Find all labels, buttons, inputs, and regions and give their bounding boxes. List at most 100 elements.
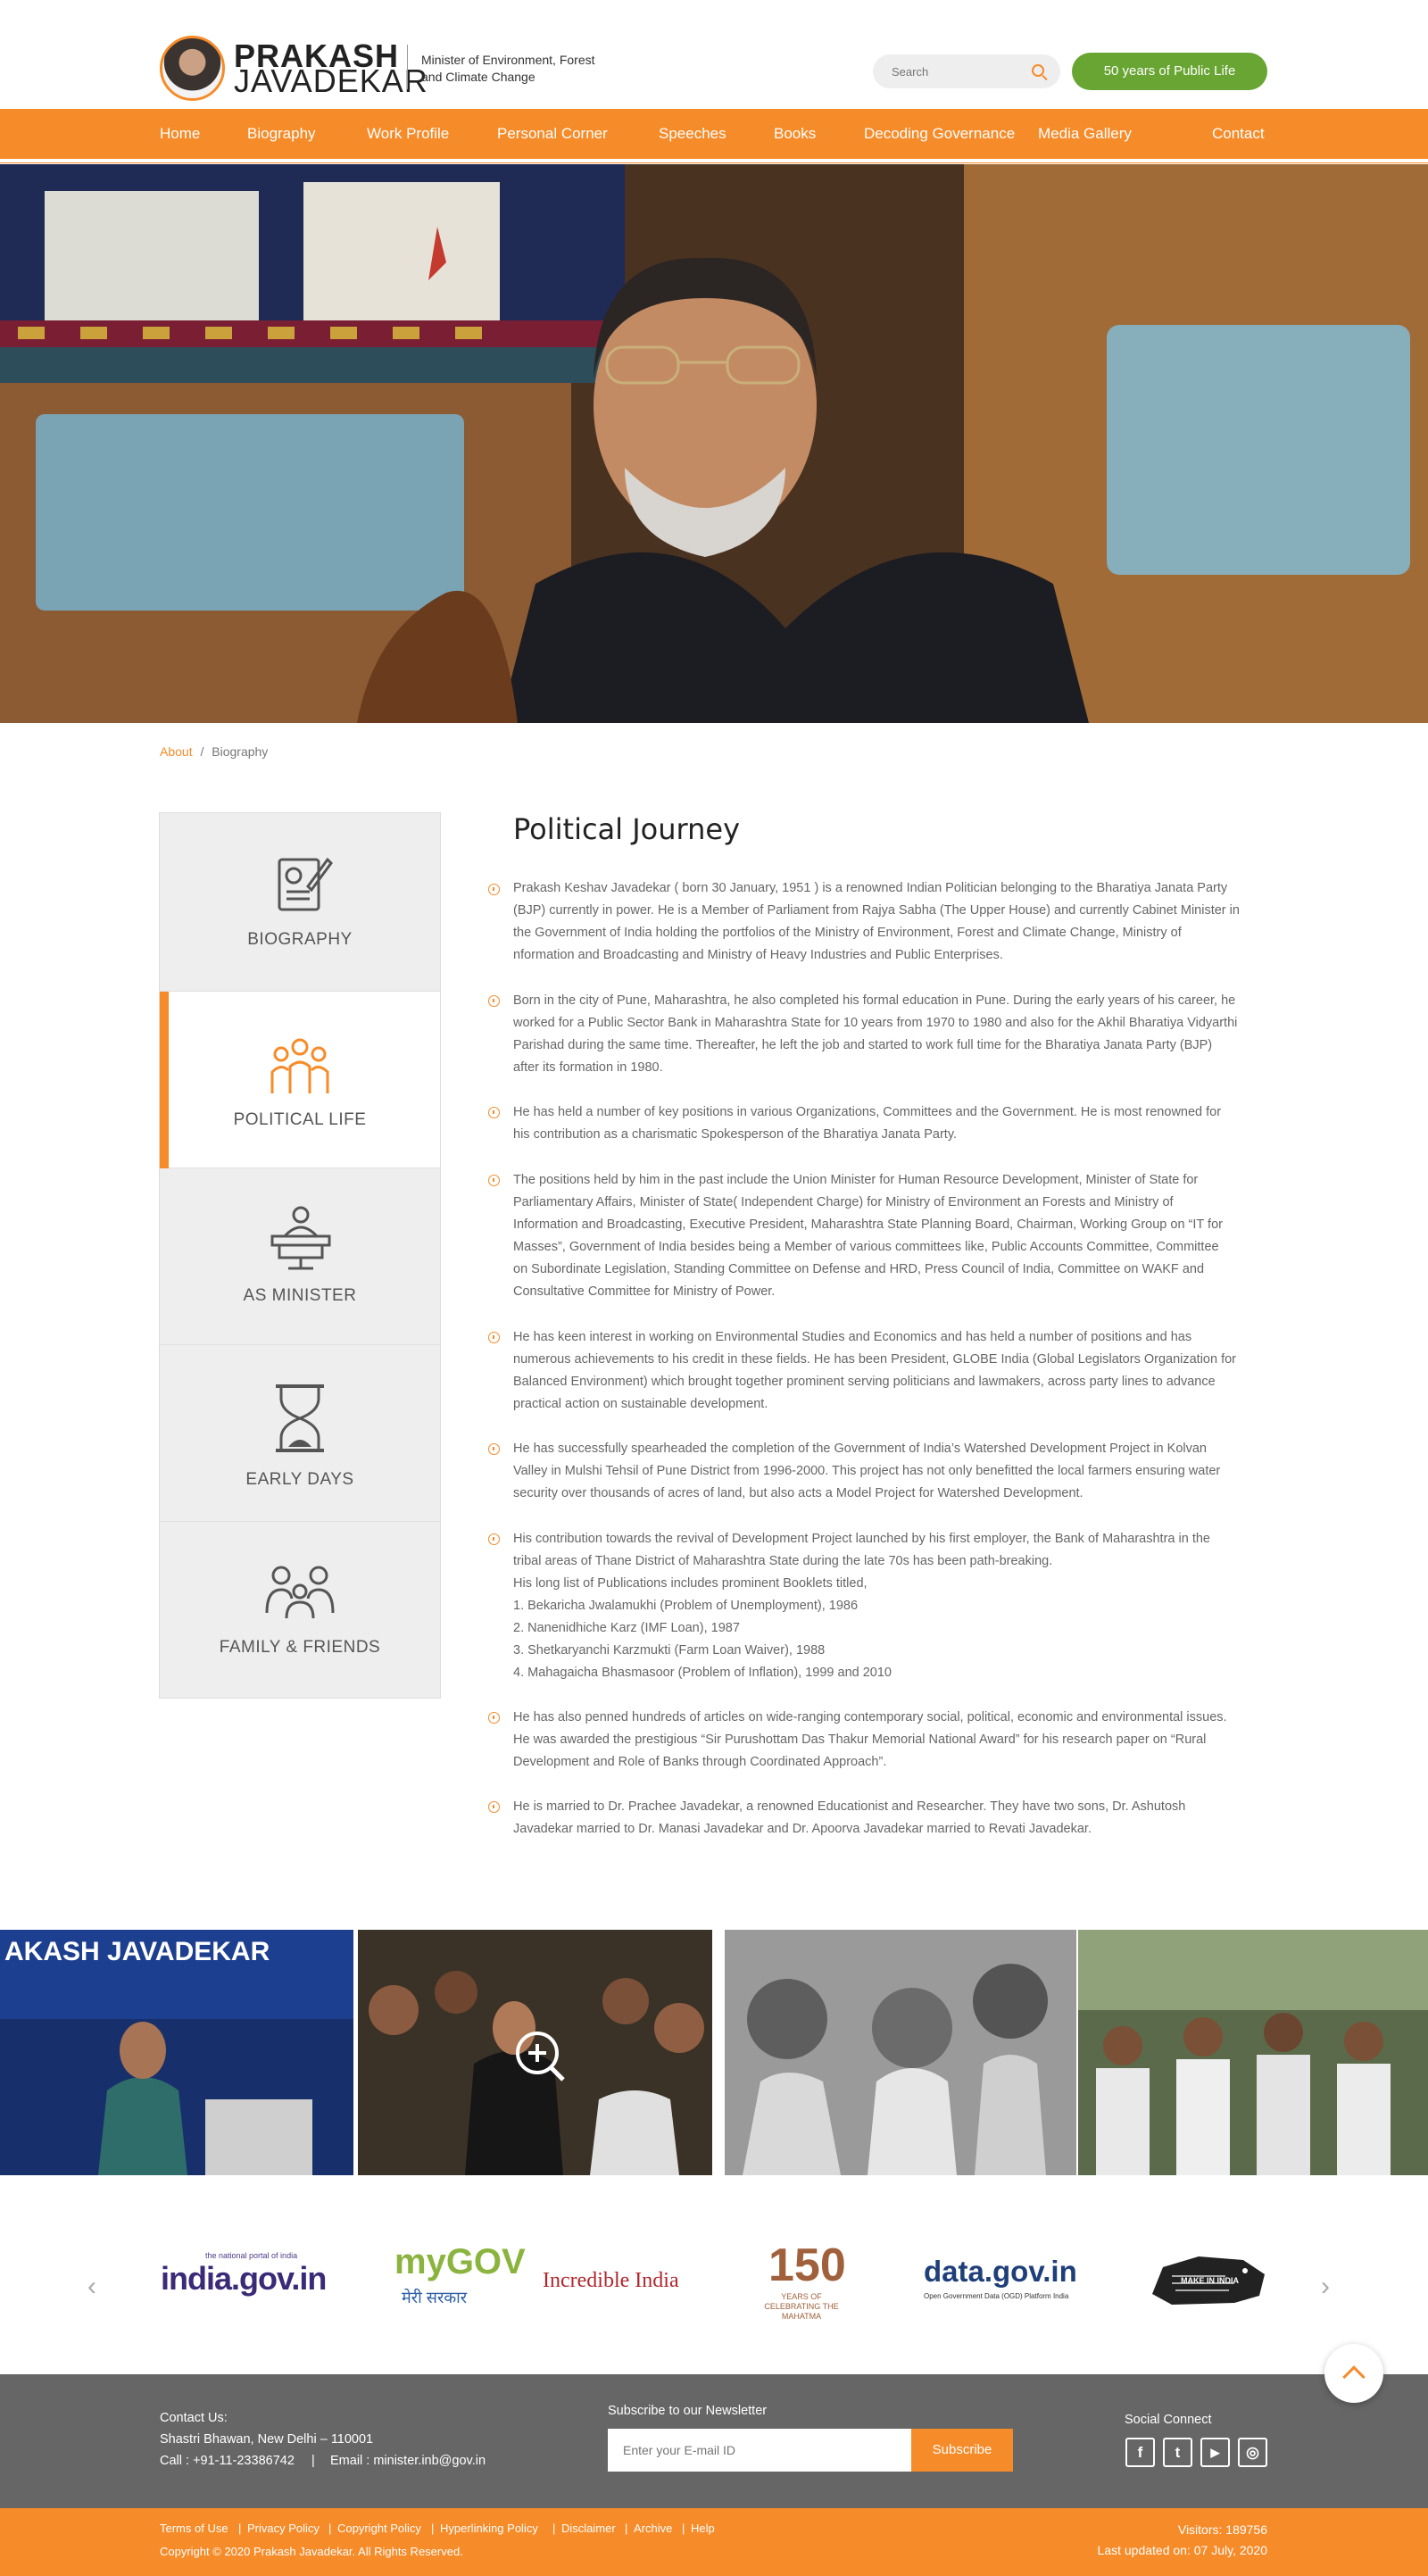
- nav-speeches[interactable]: Speeches: [659, 109, 726, 159]
- main-nav: Home Biography Work Profile Personal Cor…: [0, 109, 1428, 159]
- gallery-photo-1[interactable]: AKASH JAVADEKAR: [0, 1930, 353, 2175]
- paragraph-line: tribal areas of Thane District of Mahara…: [513, 1554, 1053, 1568]
- paragraph-line: Masses”, Government of India besides bei…: [513, 1240, 1219, 1254]
- paragraph-line: Consultative Committee for Ministry of P…: [513, 1284, 776, 1299]
- info-bullet-icon: [488, 1332, 500, 1343]
- info-bullet-icon: [488, 1107, 500, 1118]
- tab-early-days-label: EARLY DAYS: [245, 1470, 354, 1489]
- partner-mygov[interactable]: myGOV मेरी सरकार: [394, 2240, 526, 2319]
- tab-family-friends-label: FAMILY & FRIENDS: [219, 1638, 381, 1657]
- facebook-icon[interactable]: f: [1125, 2438, 1155, 2467]
- nav-contact[interactable]: Contact: [1212, 109, 1265, 159]
- gallery-image-archive-bw: [725, 1930, 1076, 2175]
- partner-gandhi-150[interactable]: 150 YEARS OF CELEBRATING THE MAHATMA: [752, 2240, 851, 2321]
- partner-india-gov[interactable]: the national portal of india india.gov.i…: [161, 2240, 335, 2319]
- paragraph-line: (BJP) currently in power. He is a Member…: [513, 903, 1240, 918]
- partner-india-gov-name: india.gov.in: [161, 2260, 327, 2297]
- nav-decoding-governance[interactable]: Decoding Governance: [864, 109, 1015, 159]
- paragraph-line: Born in the city of Pune, Maharashtra, h…: [513, 993, 1236, 1008]
- partner-make-in-india-name: MAKE IN INDIA: [1181, 2276, 1239, 2285]
- link-separator: |: [328, 2522, 332, 2535]
- active-tab-marker: [160, 992, 169, 1168]
- paragraph-7: His contribution towards the revival of …: [513, 1528, 1267, 1684]
- tab-family-friends[interactable]: FAMILY & FRIENDS: [160, 1522, 440, 1698]
- paragraph-line: 1. Bekaricha Jwalamukhi (Problem of Unem…: [513, 1599, 859, 1613]
- partner-incredible-india-name: Incredible India: [543, 2269, 679, 2292]
- link-copyright-policy[interactable]: Copyright Policy: [337, 2522, 421, 2535]
- instagram-icon[interactable]: ◎: [1238, 2438, 1267, 2467]
- scroll-to-top-button[interactable]: [1324, 2344, 1383, 2403]
- gallery-photo-2[interactable]: [358, 1930, 712, 2175]
- footer-email[interactable]: Email : minister.inb@gov.in: [330, 2450, 486, 2472]
- tab-political-life-label: POLITICAL LIFE: [233, 1110, 367, 1129]
- paragraph-line: He has successfully spearheaded the comp…: [513, 1442, 1207, 1456]
- breadcrumb-current: Biography: [212, 744, 269, 759]
- footer-divider: |: [311, 2454, 315, 2468]
- paragraph-line: 4. Mahagaicha Bhasmasoor (Problem of Inf…: [513, 1666, 892, 1680]
- group-people-icon: [270, 1038, 329, 1093]
- hero-illustration: [0, 164, 1428, 723]
- page-title: Political Journey: [513, 812, 741, 846]
- footer-address: Shastri Bhawan, New Delhi – 110001: [160, 2432, 374, 2447]
- nav-underline: [0, 159, 1428, 163]
- gallery-photo-4[interactable]: [1078, 1930, 1428, 2175]
- side-tabs: BIOGRAPHY POLITICAL LIFE AS MINISTER EAR…: [159, 812, 441, 1699]
- tab-political-life[interactable]: POLITICAL LIFE: [160, 992, 440, 1168]
- link-hyperlinking[interactable]: Hyperlinking Policy: [440, 2522, 538, 2535]
- social-heading: Social Connect: [1125, 2413, 1212, 2427]
- fifty-years-button[interactable]: 50 years of Public Life: [1072, 53, 1267, 90]
- youtube-icon[interactable]: ▶: [1200, 2438, 1230, 2467]
- partner-data-gov[interactable]: data.gov.in Open Government Data (OGD) P…: [920, 2240, 1090, 2319]
- paragraph-line: He is married to Dr. Prachee Javadekar, …: [513, 1799, 1186, 1814]
- link-archive[interactable]: Archive: [634, 2522, 672, 2535]
- info-bullet-icon: [488, 1533, 500, 1545]
- profile-logo[interactable]: [160, 36, 225, 101]
- subscribe-button[interactable]: Subscribe: [911, 2429, 1013, 2472]
- tab-as-minister[interactable]: AS MINISTER: [160, 1168, 440, 1345]
- nav-work-profile[interactable]: Work Profile: [367, 109, 449, 159]
- chevron-right-icon[interactable]: ›: [1321, 2272, 1330, 2302]
- link-help[interactable]: Help: [691, 2522, 715, 2535]
- newsletter-email-input[interactable]: [608, 2429, 911, 2472]
- breadcrumb-about[interactable]: About: [160, 744, 193, 759]
- link-separator: |: [431, 2522, 435, 2535]
- gallery-photo-3[interactable]: [725, 1930, 1076, 2175]
- certificate-icon: [278, 857, 333, 911]
- paragraph-line: the Government of India holding the port…: [513, 926, 1182, 940]
- paragraph-line: his contribution as a charismatic Spokes…: [513, 1127, 958, 1142]
- partner-make-in-india[interactable]: MAKE IN INDIA: [1145, 2240, 1270, 2319]
- link-privacy[interactable]: Privacy Policy: [247, 2522, 320, 2535]
- search-input[interactable]: [873, 54, 1025, 88]
- search-icon[interactable]: [1032, 64, 1044, 77]
- info-bullet-icon: [488, 884, 500, 895]
- paragraph-line: He has held a number of key positions in…: [513, 1105, 1222, 1119]
- paragraph-line: His contribution towards the revival of …: [513, 1532, 1210, 1546]
- paragraph-line: The positions held by him in the past in…: [513, 1173, 1199, 1187]
- nav-media-gallery[interactable]: Media Gallery: [1038, 109, 1132, 159]
- nav-home[interactable]: Home: [160, 109, 200, 159]
- tab-early-days[interactable]: EARLY DAYS: [160, 1345, 440, 1522]
- paragraph-line: nformation and Broadcasting and Ministry…: [513, 948, 1003, 962]
- breadcrumb-separator: /: [200, 744, 204, 759]
- chevron-left-icon[interactable]: ‹: [87, 2272, 96, 2302]
- paragraph-line: Parliamentary Affairs, Minister of State…: [513, 1195, 1174, 1209]
- nav-books[interactable]: Books: [774, 109, 816, 159]
- paragraph-line: Development and Role of Banks through Co…: [513, 1755, 887, 1769]
- logo-name-last[interactable]: JAVADEKAR: [234, 64, 428, 98]
- link-disclaimer[interactable]: Disclaimer: [561, 2522, 616, 2535]
- paragraph-4: The positions held by him in the past in…: [513, 1169, 1267, 1303]
- link-terms[interactable]: Terms of Use: [160, 2522, 228, 2535]
- tab-biography[interactable]: BIOGRAPHY: [160, 813, 440, 992]
- partner-incredible-india[interactable]: Incredible India: [543, 2240, 694, 2319]
- paragraph-line: worked for a Public Sector Bank in Mahar…: [513, 1016, 1238, 1030]
- footer-contact-heading: Contact Us:: [160, 2411, 228, 2425]
- gallery-image-speech: AKASH JAVADEKAR: [0, 1930, 353, 2175]
- paragraph-line: Information and Broadcasting, Executive …: [513, 1217, 1223, 1232]
- nav-personal-corner[interactable]: Personal Corner: [497, 109, 608, 159]
- gallery-image-group: [1078, 1930, 1428, 2175]
- paragraph-line: He has also penned hundreds of articles …: [513, 1710, 1227, 1724]
- footer-phone[interactable]: Call : +91-11-23386742: [160, 2450, 295, 2472]
- nav-biography[interactable]: Biography: [247, 109, 316, 159]
- gallery-banner-text: AKASH JAVADEKAR: [4, 1937, 270, 1966]
- twitter-icon[interactable]: t: [1163, 2438, 1192, 2467]
